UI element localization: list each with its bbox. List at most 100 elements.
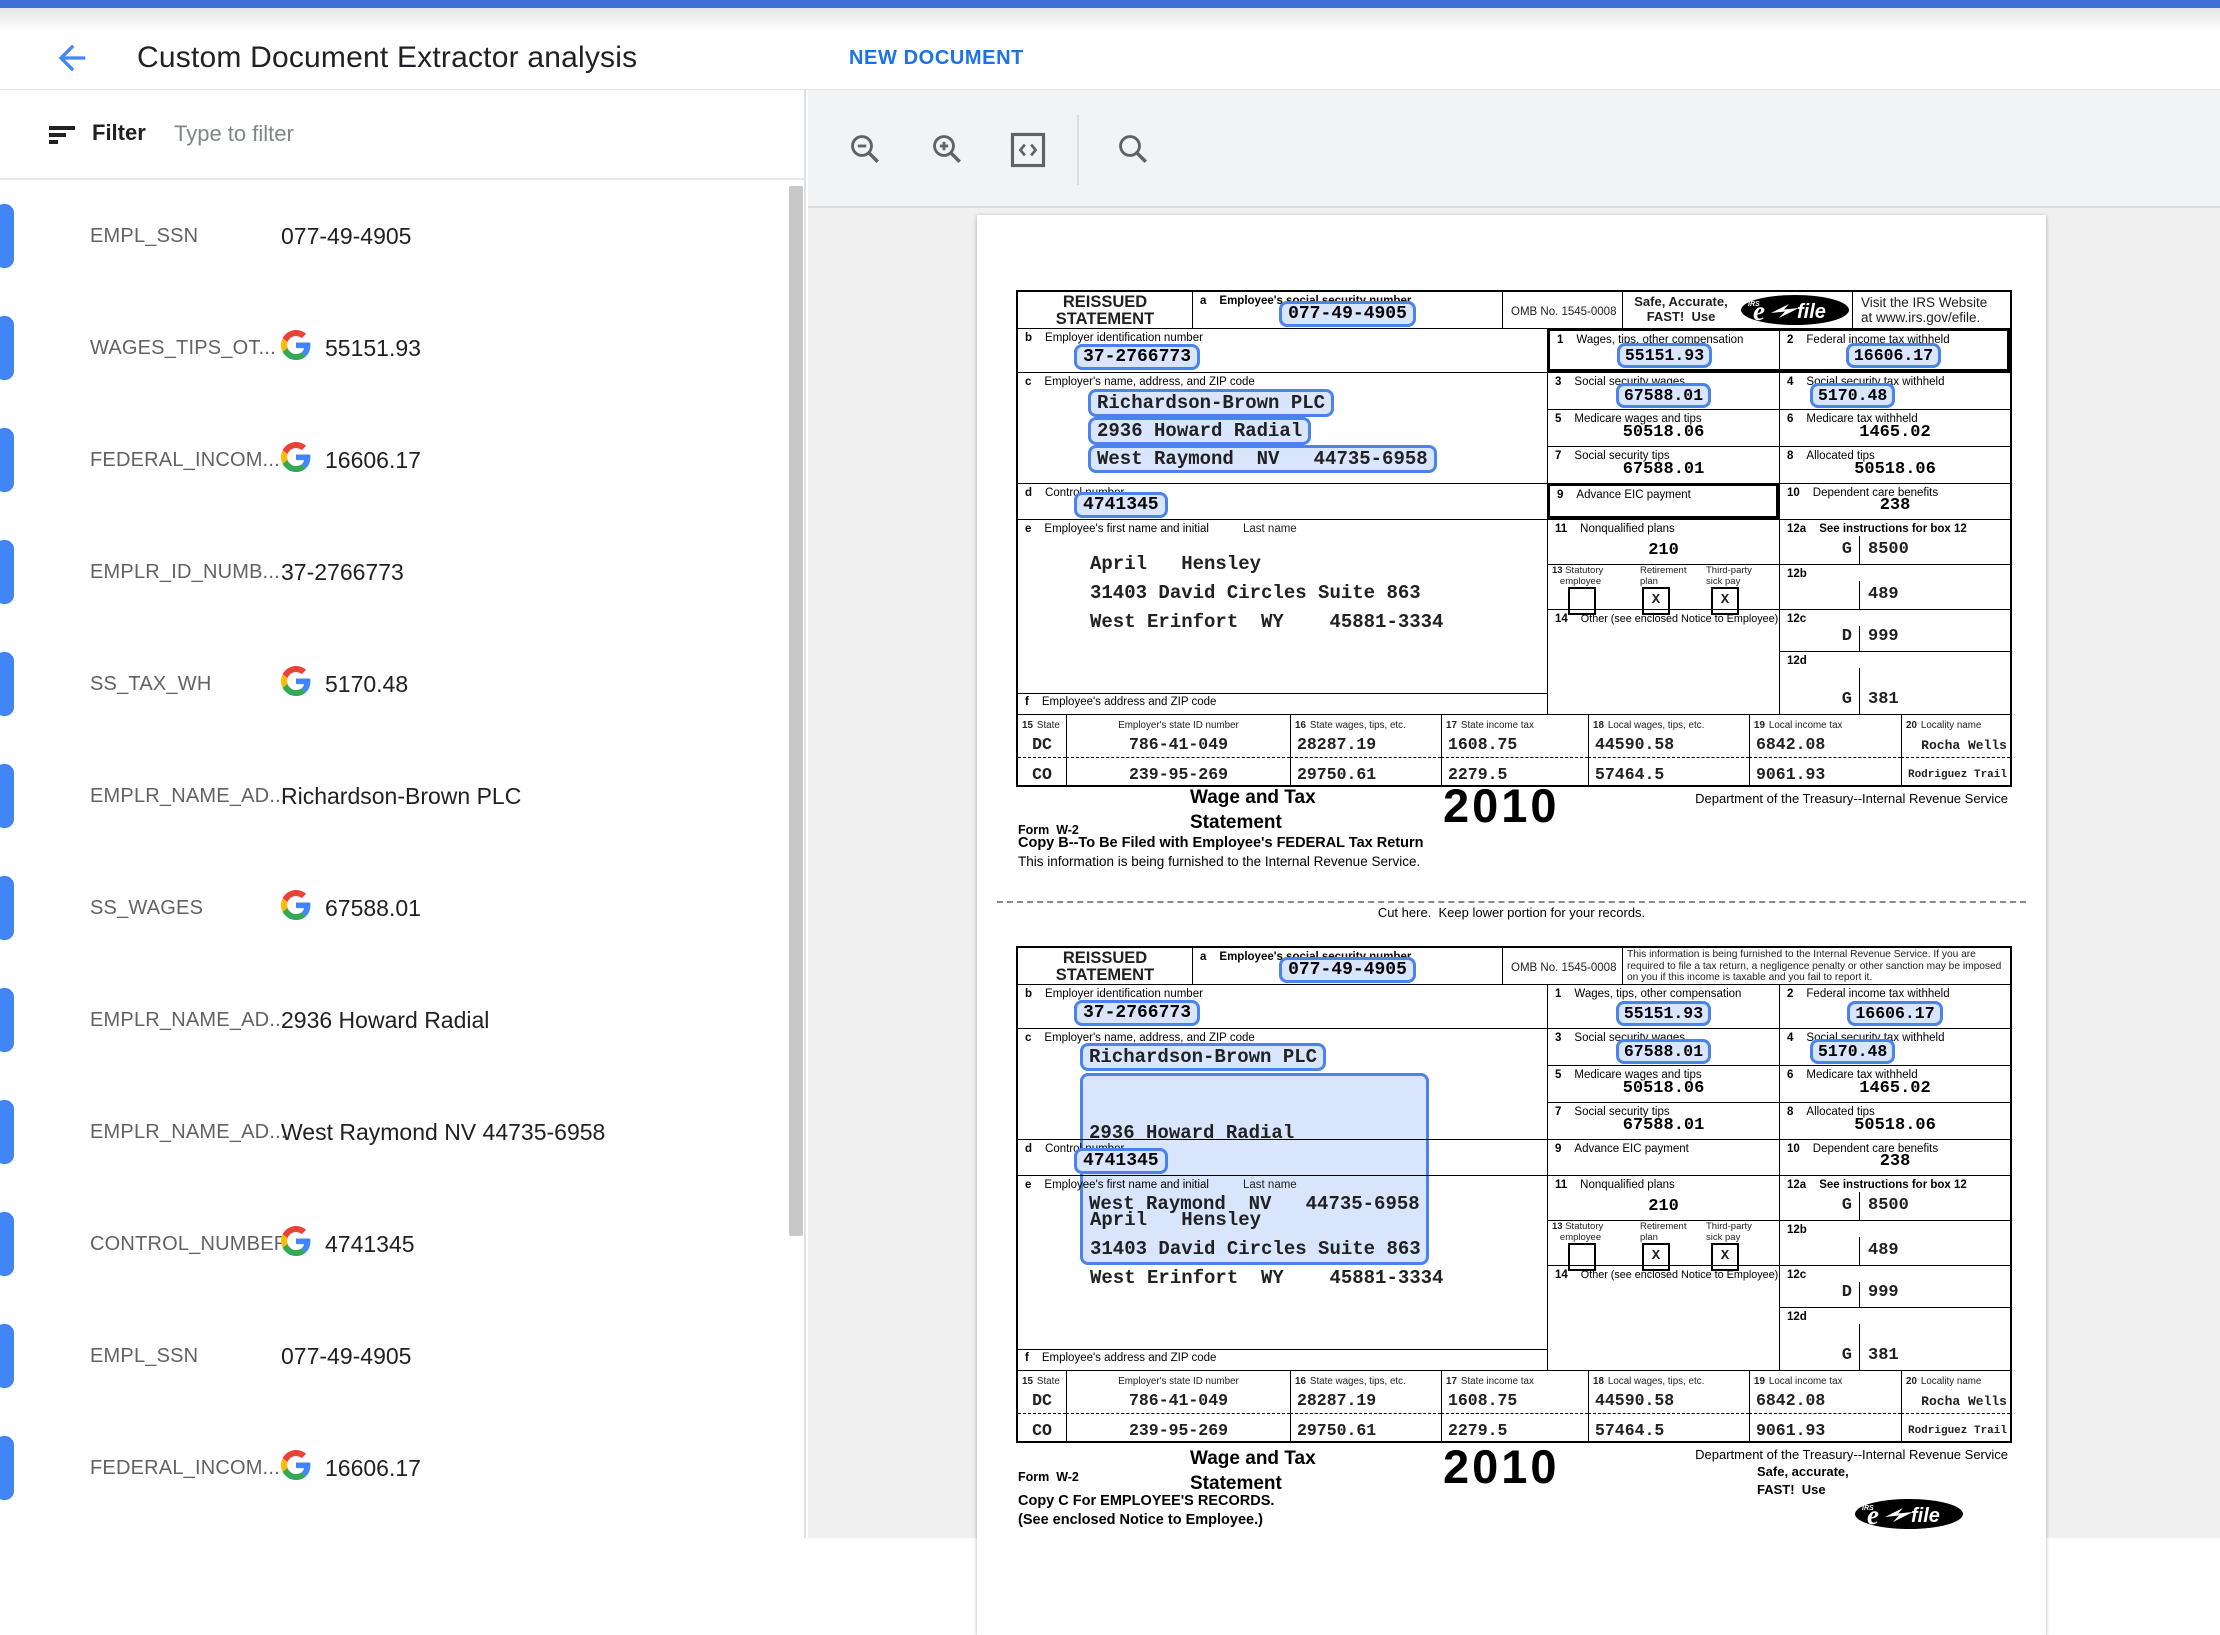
field-name: SS_WAGES bbox=[90, 897, 203, 920]
field-value-group: 16606.17 bbox=[281, 1450, 421, 1486]
filter-input[interactable] bbox=[172, 114, 732, 154]
field-value: 67588.01 bbox=[325, 895, 421, 922]
list-item[interactable]: CONTROL_NUMBER 4741345 bbox=[0, 1188, 790, 1300]
highlight-emplr-id: 37-2766773 bbox=[1074, 1000, 1200, 1026]
list-scrollbar[interactable] bbox=[789, 186, 803, 1236]
view-json-button[interactable] bbox=[1009, 131, 1045, 167]
field-name: EMPLR_NAME_AD... bbox=[90, 785, 287, 808]
entity-color-bar bbox=[0, 1436, 14, 1500]
box-e-label: Employee's first name and initial bbox=[1044, 523, 1209, 535]
filter-icon bbox=[48, 121, 78, 154]
zoom-out-button[interactable] bbox=[847, 131, 883, 167]
highlight-wages: 55151.93 bbox=[1617, 343, 1712, 368]
list-item[interactable]: EMPL_SSN 077-49-4905 bbox=[0, 1300, 790, 1412]
w2-box-9: 9Advance EIC payment bbox=[1547, 483, 1779, 519]
list-item[interactable]: EMPL_SSN 077-49-4905 bbox=[0, 180, 790, 292]
w2-box1-2-group: 1Wages, tips, other compensation 55151.9… bbox=[1547, 328, 2010, 372]
employee-city: West Erinfort WY 45881-3334 bbox=[1090, 1264, 1443, 1293]
highlight-emplr-id: 37-2766773 bbox=[1074, 344, 1200, 370]
w2-box-9: 9Advance EIC payment bbox=[1547, 1139, 1779, 1175]
reissued-line1: REISSUED bbox=[1063, 293, 1147, 311]
tax-year: 2010 bbox=[1443, 778, 1560, 833]
field-value: 16606.17 bbox=[325, 1455, 421, 1482]
w2-box-13: 13 Statutory employee Retirementplan Thi… bbox=[1547, 564, 1779, 609]
w2-promo-safe: Safe, Accurate,FAST! Use bbox=[1622, 292, 1739, 328]
cut-line bbox=[997, 901, 2026, 903]
new-document-button[interactable]: NEW DOCUMENT bbox=[849, 47, 1024, 70]
field-name: EMPLR_NAME_AD... bbox=[90, 1009, 287, 1032]
w2-box-6: 6Medicare tax withheld 1465.02 bbox=[1779, 409, 2010, 446]
entity-color-bar bbox=[0, 540, 14, 604]
w2-box-8: 8Allocated tips 50518.06 bbox=[1779, 446, 2010, 483]
w2-box-11: 11Nonqualified plans 210 bbox=[1547, 1175, 1779, 1220]
top-accent-bar bbox=[0, 0, 2220, 8]
back-button[interactable] bbox=[52, 38, 92, 78]
app-header: Custom Document Extractor analysis NEW D… bbox=[0, 8, 2220, 90]
box-f-label: Employee's address and ZIP code bbox=[1042, 696, 1217, 708]
list-item[interactable]: SS_WAGES 67588.01 bbox=[0, 852, 790, 964]
list-item[interactable]: WAGES_TIPS_OT... 55151.93 bbox=[0, 292, 790, 404]
employee-name: April Hensley bbox=[1090, 1206, 1443, 1235]
field-value: Richardson-Brown PLC bbox=[281, 783, 521, 810]
w2-box-13: 13 Statutory employee Retirementplan Thi… bbox=[1547, 1220, 1779, 1265]
field-value: 5170.48 bbox=[325, 671, 408, 698]
highlight-fed-tax: 16606.17 bbox=[1846, 343, 1941, 368]
svg-text:file: file bbox=[1797, 301, 1826, 323]
extracted-fields-panel: Filter EMPL_SSN 077-49-4905 WAGES_TIPS_O… bbox=[0, 90, 806, 1538]
w2-box-d: dControl number 4741345 bbox=[1018, 483, 1547, 519]
highlight-control-number: 4741345 bbox=[1074, 492, 1168, 518]
highlight-ss-tax: 5170.48 bbox=[1810, 1039, 1895, 1064]
w2-box-c: cEmployer's name, address, and ZIP code … bbox=[1018, 372, 1547, 483]
field-name: EMPLR_ID_NUMB... bbox=[90, 561, 280, 584]
list-item[interactable]: EMPLR_NAME_AD... West Raymond NV 44735-6… bbox=[0, 1076, 790, 1188]
cut-here-text: Cut here. Keep lower portion for your re… bbox=[977, 905, 2046, 920]
field-list: EMPL_SSN 077-49-4905 WAGES_TIPS_OT... 55… bbox=[0, 180, 806, 1538]
viewer-toolbar bbox=[808, 90, 2220, 208]
code-brackets-icon bbox=[1009, 131, 1047, 169]
efile-logo: IRS e file bbox=[1739, 292, 1852, 328]
field-value: 55151.93 bbox=[325, 335, 421, 362]
list-item[interactable]: EMPLR_ID_NUMB... 37-2766773 bbox=[0, 516, 790, 628]
highlight-employer-name: Richardson-Brown PLC bbox=[1080, 1043, 1326, 1071]
field-value-group: 077-49-4905 bbox=[281, 1343, 411, 1370]
field-name: CONTROL_NUMBER bbox=[90, 1233, 288, 1256]
list-item[interactable]: FEDERAL_INCOM... 16606.17 bbox=[0, 1412, 790, 1524]
field-value: 37-2766773 bbox=[281, 559, 404, 586]
field-value-group: 5170.48 bbox=[281, 666, 408, 702]
box-b-label: Employer identification number bbox=[1045, 332, 1203, 344]
w2-box-4: 4Social security tax withheld 5170.48 bbox=[1779, 372, 2010, 409]
w2-box-b: bEmployer identification number 37-27667… bbox=[1018, 984, 1547, 1028]
form-w2-label: Form W-2 bbox=[1018, 1470, 1079, 1484]
tax-year: 2010 bbox=[1443, 1439, 1560, 1494]
reissued-line2: STATEMENT bbox=[1056, 310, 1154, 328]
list-item[interactable]: FEDERAL_INCOM... 16606.17 bbox=[0, 404, 790, 516]
svg-text:file: file bbox=[1911, 1505, 1940, 1527]
field-value: 16606.17 bbox=[325, 447, 421, 474]
w2-box-7: 7Social security tips 67588.01 bbox=[1547, 1102, 1779, 1139]
list-item[interactable]: EMPLR_NAME_AD... 2936 Howard Radial bbox=[0, 964, 790, 1076]
w2-box-8: 8Allocated tips 50518.06 bbox=[1779, 1102, 2010, 1139]
w2-box-a: aEmployee's social security number 077-4… bbox=[1192, 292, 1502, 328]
field-name: EMPL_SSN bbox=[90, 225, 198, 248]
document-viewer: REISSUED STATEMENT aEmployee's social se… bbox=[808, 90, 2220, 1538]
field-name: SS_TAX_WH bbox=[90, 673, 211, 696]
w2-box-e: eEmployee's first name and initial Last … bbox=[1018, 1175, 1547, 1349]
w2-box-2: 2Federal income tax withheld 16606.17 bbox=[1779, 331, 2007, 369]
search-document-button[interactable] bbox=[1115, 131, 1151, 167]
highlight-control-number: 4741345 bbox=[1074, 1148, 1168, 1174]
svg-text:e: e bbox=[1867, 1500, 1879, 1530]
zoom-in-button[interactable] bbox=[929, 131, 965, 167]
w2-box-c: cEmployer's name, address, and ZIP code … bbox=[1018, 1028, 1547, 1139]
list-item[interactable]: SS_TAX_WH 5170.48 bbox=[0, 628, 790, 740]
google-icon bbox=[281, 890, 311, 926]
w2-omb: OMB No. 1545-0008 bbox=[1502, 948, 1622, 984]
box-c-label: Employer's name, address, and ZIP code bbox=[1044, 376, 1254, 388]
list-item[interactable]: EMPLR_NAME_AD... Richardson-Brown PLC bbox=[0, 740, 790, 852]
w2-box-5: 5Medicare wages and tips 50518.06 bbox=[1547, 409, 1779, 446]
w2-box-a: aEmployee's social security number 077-4… bbox=[1192, 948, 1502, 984]
w2-box-12b: 12b 489 bbox=[1779, 564, 2010, 609]
entity-color-bar bbox=[0, 652, 14, 716]
highlight-fed-tax: 16606.17 bbox=[1847, 1001, 1942, 1026]
w2-omb: OMB No. 1545-0008 bbox=[1502, 292, 1622, 328]
w2-box-1: 1Wages, tips, other compensation 55151.9… bbox=[1550, 331, 1779, 369]
